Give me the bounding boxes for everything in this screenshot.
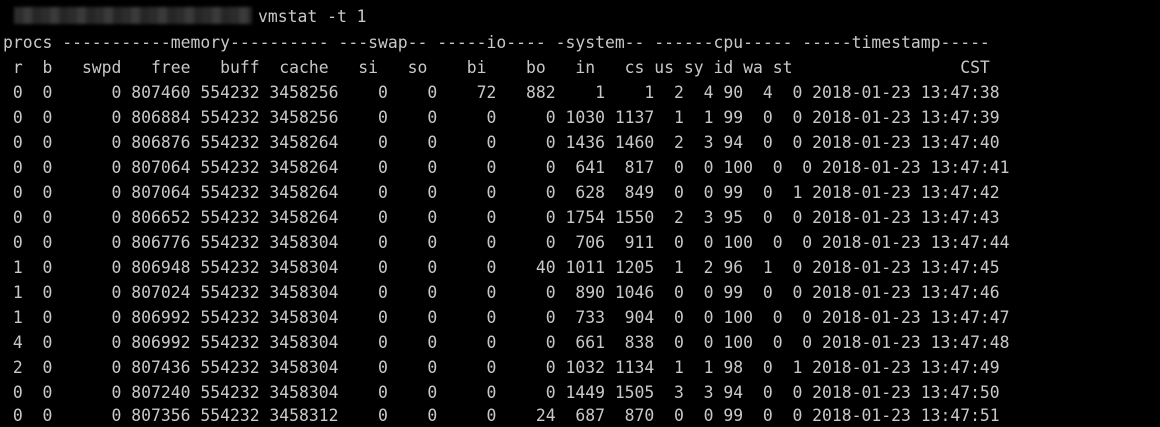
table-row: 2 0 0 807436 554232 3458304 0 0 0 0 1032… [3,358,1000,377]
table-row: 1 0 0 807024 554232 3458304 0 0 0 0 890 … [3,283,1000,302]
table-row: 0 0 0 807064 554232 3458264 0 0 0 0 641 … [3,158,1010,177]
table-row: 0 0 0 807460 554232 3458256 0 0 72 882 1… [3,83,1000,102]
table-row: 0 0 0 807240 554232 3458304 0 0 0 0 1449… [3,383,1000,402]
terminal-window[interactable]: vmstat -t 1 procs -----------memory-----… [0,0,1160,427]
table-row: 0 0 0 806652 554232 3458264 0 0 0 0 1754… [3,208,1000,227]
table-row: 4 0 0 806992 554232 3458304 0 0 0 0 661 … [3,333,1010,352]
table-row: 0 0 0 806776 554232 3458304 0 0 0 0 706 … [3,233,1010,252]
command-line: vmstat -t 1 [258,7,367,26]
redacted-prompt [14,7,252,24]
table-row: 1 0 0 806992 554232 3458304 0 0 0 0 733 … [3,308,1010,327]
table-row: 0 0 0 807356 554232 3458312 0 0 0 24 687… [3,406,1000,425]
table-row: 1 0 0 806948 554232 3458304 0 0 0 40 101… [3,258,1000,277]
table-row: 0 0 0 806884 554232 3458256 0 0 0 0 1030… [3,108,1000,127]
table-row: 0 0 0 806876 554232 3458264 0 0 0 0 1436… [3,133,1000,152]
header-groups: procs -----------memory---------- ---swa… [3,33,990,52]
table-row: 0 0 0 807064 554232 3458264 0 0 0 0 628 … [3,183,1000,202]
header-columns: r b swpd free buff cache si so bi bo in … [3,58,990,77]
